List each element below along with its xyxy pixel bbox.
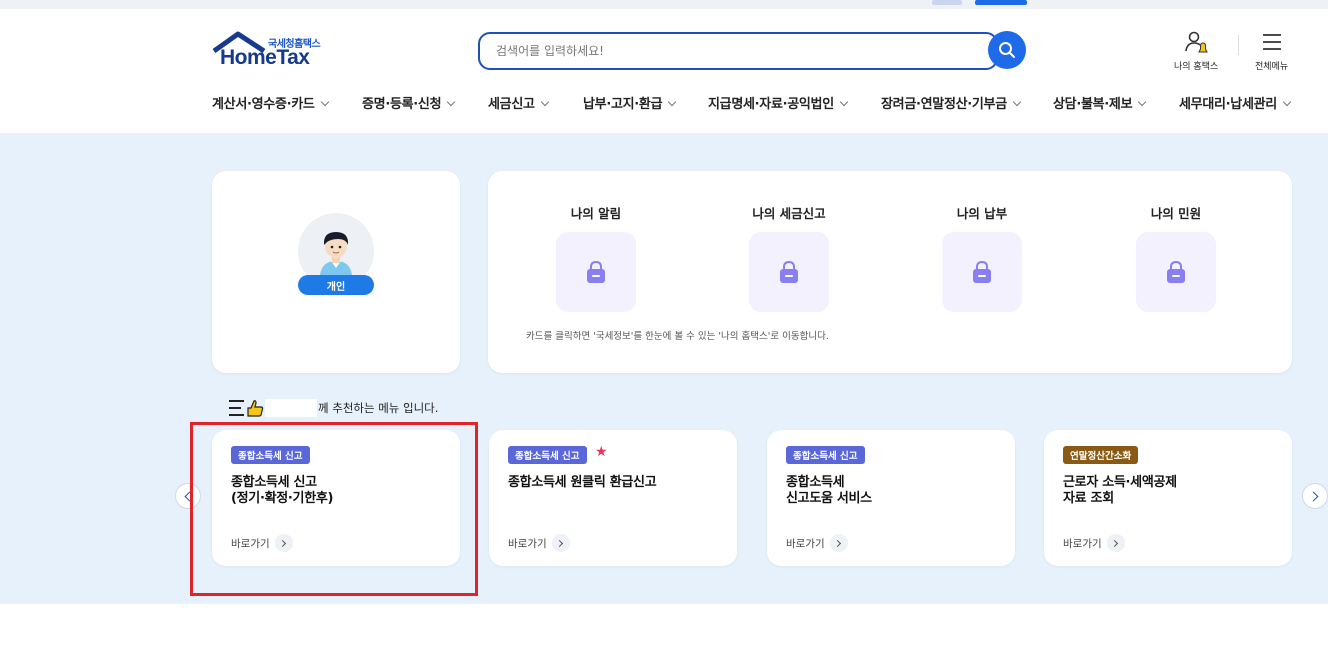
main-navigation: 계산서·영수증·카드 증명·등록·신청 세금신고 납부·고지·환급 지급명세·자… [212,93,1312,113]
lock-icon [780,260,798,283]
nav-item-consult[interactable]: 상담·불복·제보 [1053,93,1147,112]
quick-label: 나의 납부 [956,206,1008,221]
lock-icon [973,260,991,283]
shortcut-label: 바로가기 [1063,537,1102,550]
nav-item-payment-statement[interactable]: 지급명세·자료·공익법인 [708,93,849,112]
quick-lock-box [556,232,636,312]
shortcut-link[interactable]: 바로가기 [786,534,848,552]
search-box [478,32,998,70]
all-menu-label: 전체메뉴 [1255,62,1289,72]
quick-card-note: 카드를 클릭하면 '국세정보'를 한눈에 볼 수 있는 '나의 홈택스'로 이동… [526,331,829,342]
my-hometax-quick-card: 나의 알림 나의 세금신고 나의 납부 나의 민원 카드를 클릭하면 '국세정보… [488,171,1292,373]
quick-my-payment[interactable]: 나의 납부 [922,203,1042,312]
my-hometax-button[interactable]: 나의 홈택스 [1174,29,1218,72]
search-input[interactable] [480,34,960,68]
search-button[interactable] [988,31,1026,69]
all-menu-button[interactable]: 전체메뉴 [1255,29,1288,72]
nav-item-invoice[interactable]: 계산서·영수증·카드 [212,93,329,112]
nav-item-tax-agent[interactable]: 세무대리·납세관리 [1179,93,1292,112]
service-tag: 종합소득세 신고 [786,446,865,464]
service-title: 종합소득세 원클릭 환급신고 [508,475,657,490]
nav-label: 증명·등록·신청 [362,97,442,112]
chevron-down-icon [1012,97,1022,107]
util-divider [1238,35,1239,55]
my-hometax-label: 나의 홈택스 [1174,62,1219,72]
quick-lock-box [1136,232,1216,312]
nav-label: 세무대리·납세관리 [1179,97,1277,112]
highlight-box [190,422,478,596]
lock-icon [587,260,605,283]
nav-label: 상담·불복·제보 [1053,97,1133,112]
service-card-filing-help[interactable]: 종합소득세 신고 종합소득세 신고도움 서비스 바로가기 [767,430,1015,566]
quick-lock-box [749,232,829,312]
quick-label: 나의 알림 [570,206,622,221]
nav-item-certificate[interactable]: 증명·등록·신청 [362,93,456,112]
service-card-year-end-settlement[interactable]: 연말정산간소화 근로자 소득·세액공제 자료 조회 바로가기 [1044,430,1292,566]
chevron-down-icon [1138,97,1147,107]
quick-label: 나의 민원 [1150,206,1202,221]
shortcut-label: 바로가기 [508,537,547,550]
star-icon: ★ [595,444,608,460]
nav-label: 납부·고지·환급 [583,97,663,112]
hometax-logo[interactable]: 국세청홈택스 HomeTax [212,31,332,71]
hamburger-icon [1262,34,1281,50]
search-icon [999,42,1015,58]
service-tag: 종합소득세 신고 [508,446,587,464]
recommend-heading-text: 께 추천하는 메뉴 입니다. [318,401,439,415]
chevron-down-icon [540,97,549,107]
nav-label: 지급명세·자료·공익법인 [708,97,834,112]
thumbs-up-list-icon [229,400,264,417]
service-title: 근로자 소득·세액공제 자료 조회 [1063,475,1177,506]
site-header: 국세청홈택스 HomeTax 나의 홈택스 전체메뉴 계산서·영수증·카드 증명… [0,9,1328,133]
top-strip-tab [932,0,962,5]
service-card-oneclick-refund[interactable]: 종합소득세 신고 ★ 종합소득세 원클릭 환급신고 바로가기 [489,430,737,566]
service-title: 종합소득세 신고도움 서비스 [786,475,872,506]
top-utility-strip [0,0,1328,9]
top-strip-active-tab [975,0,1027,5]
chevron-right-icon [1106,534,1125,552]
quick-my-civil-petition[interactable]: 나의 민원 [1116,203,1236,312]
masked-user-name [265,399,317,417]
chevron-down-icon [668,97,677,107]
service-tag: 연말정산간소화 [1063,446,1139,464]
chevron-down-icon [839,97,849,107]
user-type-badge: 개인 [298,275,374,295]
shortcut-link[interactable]: 바로가기 [508,534,570,552]
user-bell-icon [1185,31,1208,53]
recommend-heading: 께 추천하는 메뉴 입니다. [228,398,438,418]
quick-label: 나의 세금신고 [752,206,826,221]
quick-my-notifications[interactable]: 나의 알림 [536,203,656,312]
nav-label: 계산서·영수증·카드 [212,97,315,112]
shortcut-link[interactable]: 바로가기 [1063,534,1125,552]
nav-label: 세금신고 [488,97,535,112]
lock-icon [1167,260,1185,283]
profile-card[interactable]: 개인 [212,171,460,373]
chevron-right-icon [829,534,848,552]
chevron-right-icon [551,534,570,552]
quick-lock-box [942,232,1022,312]
chevron-right-icon [1308,491,1319,501]
slide-next-button[interactable] [1302,483,1328,509]
logo-title: HomeTax [220,46,310,69]
nav-item-payment[interactable]: 납부·고지·환급 [583,93,677,112]
chevron-down-icon [447,97,456,107]
quick-my-tax-filing[interactable]: 나의 세금신고 [729,203,849,312]
shortcut-label: 바로가기 [786,537,825,550]
nav-label: 장려금·연말정산·기부금 [881,97,1007,112]
chevron-down-icon [1282,97,1292,107]
nav-item-tax-filing[interactable]: 세금신고 [488,93,549,112]
nav-item-incentive[interactable]: 장려금·연말정산·기부금 [881,93,1022,112]
chevron-down-icon [320,97,329,107]
